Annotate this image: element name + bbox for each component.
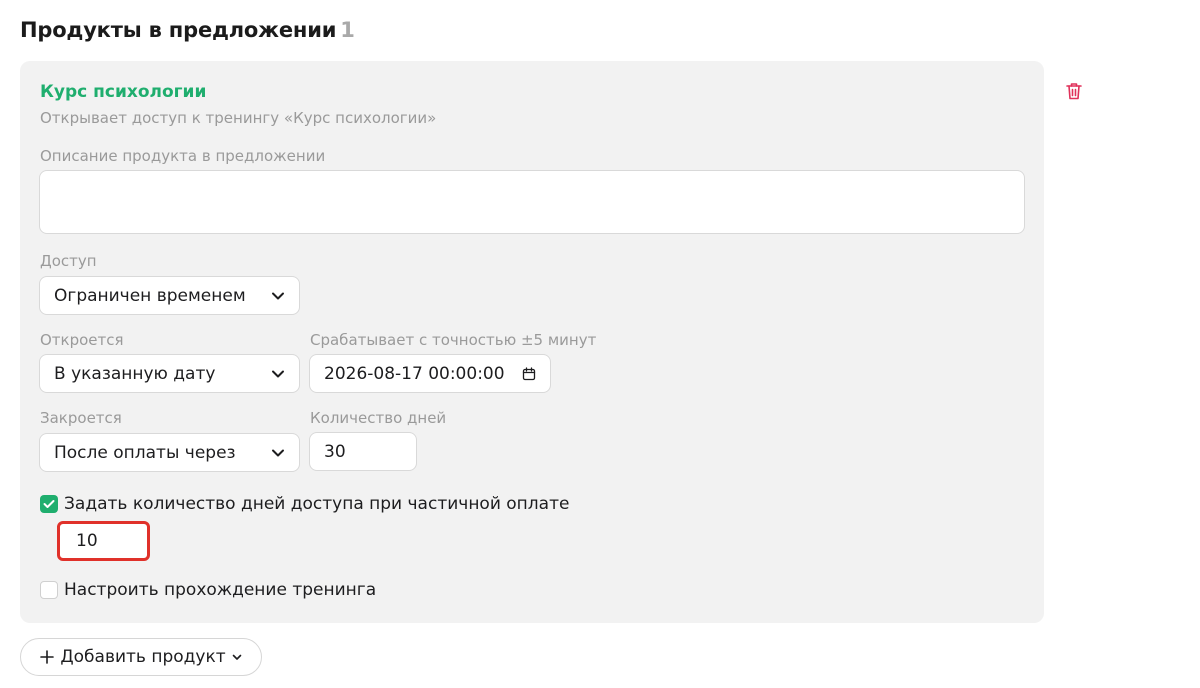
training-checkbox-row[interactable]: Настроить прохождение тренинга [40, 580, 376, 600]
opens-date-label: Срабатывает с точностью ±5 минут [310, 331, 597, 349]
chevron-down-icon [272, 449, 284, 456]
chevron-down-icon [272, 370, 284, 377]
trash-icon [1066, 83, 1082, 100]
access-select-value: Ограничен временем [54, 285, 246, 306]
partial-payment-checkbox[interactable] [40, 495, 58, 513]
opens-select[interactable]: В указанную дату [39, 354, 300, 393]
description-label: Описание продукта в предложении [40, 147, 326, 165]
description-textarea[interactable] [39, 170, 1025, 234]
product-count: 1 [340, 18, 355, 42]
section-title-text: Продукты в предложении [20, 18, 337, 42]
days-label: Количество дней [310, 409, 447, 427]
partial-payment-checkbox-row[interactable]: Задать количество дней доступа при части… [40, 494, 569, 514]
training-label: Настроить прохождение тренинга [64, 580, 377, 600]
partial-payment-label: Задать количество дней доступа при части… [64, 494, 570, 514]
add-product-button[interactable]: Добавить продукт [20, 638, 262, 676]
days-input[interactable]: 30 [309, 432, 417, 471]
delete-product-button[interactable] [1063, 80, 1085, 102]
closes-label: Закроется [40, 409, 122, 427]
chevron-down-icon [232, 654, 241, 660]
access-select[interactable]: Ограничен временем [39, 276, 300, 315]
opens-date-value: 2026-08-17 00:00:00 [324, 363, 505, 384]
closes-select[interactable]: После оплаты через [39, 433, 300, 472]
add-product-label: Добавить продукт [60, 647, 226, 667]
training-checkbox[interactable] [40, 581, 58, 599]
calendar-icon[interactable] [522, 366, 536, 381]
chevron-down-icon [272, 292, 284, 299]
product-subtitle: Открывает доступ к тренингу «Курс психол… [40, 109, 437, 127]
access-label: Доступ [40, 252, 97, 270]
product-name[interactable]: Курс психологии [40, 82, 206, 102]
opens-select-value: В указанную дату [54, 363, 216, 384]
plus-icon [40, 650, 55, 664]
partial-days-input[interactable]: 10 [57, 521, 150, 561]
opens-date-input[interactable]: 2026-08-17 00:00:00 [309, 354, 551, 393]
check-icon [43, 500, 55, 508]
closes-select-value: После оплаты через [54, 442, 236, 463]
section-title: Продукты в предложении 1 [20, 18, 355, 42]
opens-label: Откроется [40, 331, 124, 349]
